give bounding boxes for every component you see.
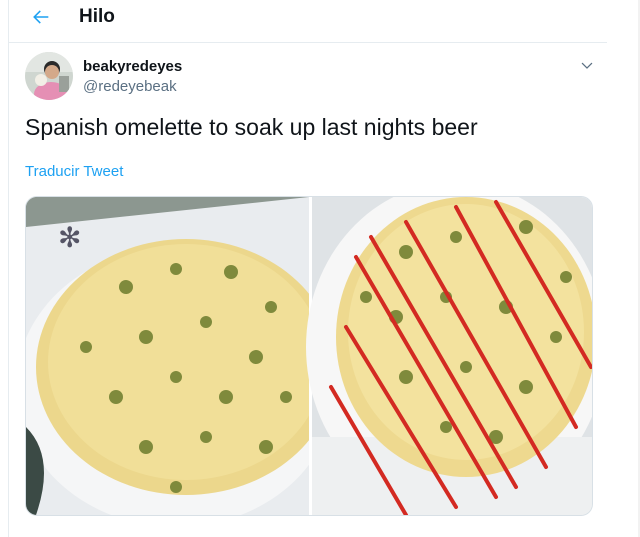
more-options-button[interactable] bbox=[577, 56, 597, 76]
translate-link[interactable]: Traducir Tweet bbox=[25, 163, 123, 180]
display-name[interactable]: beakyredeyes bbox=[83, 58, 182, 75]
thread-column: Hilo beakyredeyes @redeyebeak Spanish om… bbox=[8, 0, 608, 537]
thread-header: Hilo bbox=[9, 0, 607, 43]
back-button[interactable] bbox=[29, 5, 53, 29]
arrow-left-icon bbox=[33, 10, 49, 24]
page-title: Hilo bbox=[79, 6, 115, 27]
tweet-text: Spanish omelette to soak up last nights … bbox=[25, 114, 478, 140]
side-panel-edge bbox=[607, 0, 640, 537]
user-handle[interactable]: @redeyebeak bbox=[83, 78, 177, 95]
svg-text:✻: ✻ bbox=[58, 221, 81, 254]
omelette-photo-right[interactable] bbox=[306, 197, 592, 515]
avatar[interactable] bbox=[25, 52, 73, 100]
chevron-down-icon bbox=[581, 62, 593, 69]
omelette-photo-left[interactable]: ✻ bbox=[26, 197, 336, 515]
tweet-media[interactable]: ✻ bbox=[25, 196, 593, 516]
